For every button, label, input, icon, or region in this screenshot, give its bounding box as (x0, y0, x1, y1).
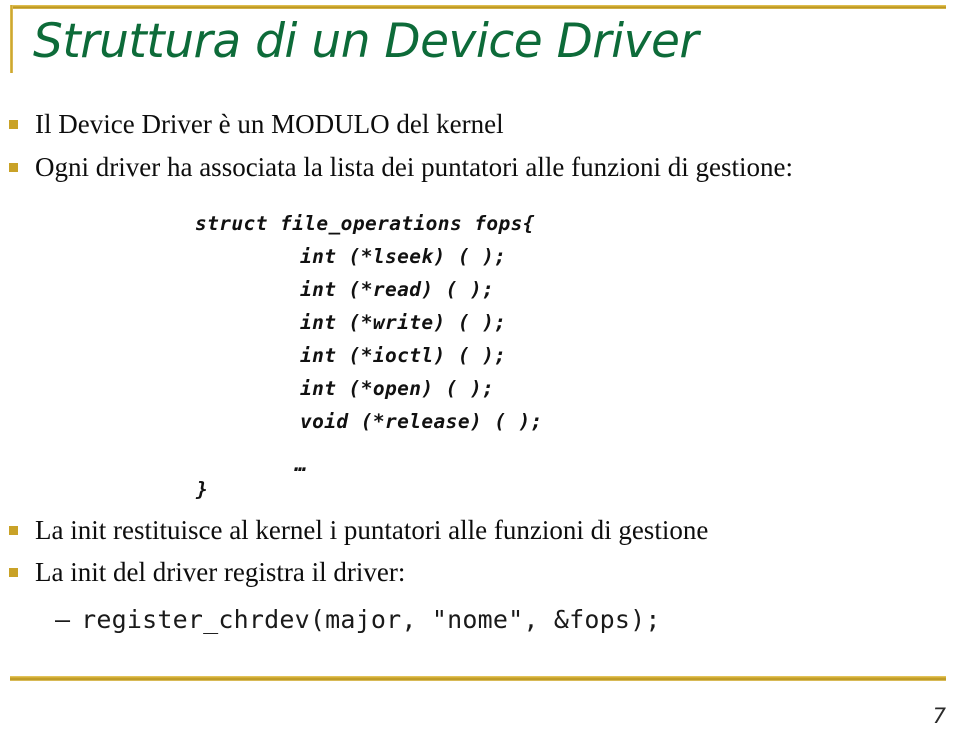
page-title: Struttura di un Device Driver (33, 14, 699, 69)
list-item-label: Il Device Driver è un MODULO del kernel (35, 109, 504, 139)
code-line: int (*open) ( ); (300, 377, 495, 400)
left-gold-rule (10, 5, 13, 73)
square-bullet-icon (9, 120, 18, 129)
code-line-closing-brace: } (196, 478, 209, 501)
code-line: void (*release) ( ); (300, 410, 543, 433)
sub-list-item-code: register_chrdev(major, "nome", &fops); (81, 605, 661, 634)
code-line: int (*lseek) ( ); (300, 245, 507, 268)
square-bullet-icon (9, 526, 18, 535)
presentation-slide: Struttura di un Device Driver Il Device … (0, 0, 960, 732)
code-line: struct file_operations fops{ (195, 212, 535, 235)
list-item-label: La init restituisce al kernel i puntator… (35, 515, 709, 545)
code-line-ellipsis: … (295, 452, 310, 476)
code-line: int (*read) ( ); (300, 278, 495, 301)
page-number: 7 (932, 704, 946, 728)
square-bullet-icon (9, 163, 18, 172)
code-line: int (*ioctl) ( ); (300, 344, 507, 367)
sub-list-item: – register_chrdev(major, "nome", &fops); (55, 604, 661, 636)
list-item-label: Ogni driver ha associata la lista dei pu… (35, 152, 794, 182)
bottom-gold-rule (10, 676, 946, 681)
top-gold-rule (10, 5, 946, 9)
list-item: Il Device Driver è un MODULO del kernel (9, 108, 504, 141)
list-item: La init del driver registra il driver: (9, 556, 405, 589)
list-item-label: La init del driver registra il driver: (35, 557, 406, 587)
list-item: La init restituisce al kernel i puntator… (9, 514, 708, 547)
square-bullet-icon (9, 568, 18, 577)
code-line: int (*write) ( ); (300, 311, 507, 334)
dash-bullet-icon: – (55, 605, 71, 634)
list-item: Ogni driver ha associata la lista dei pu… (9, 151, 793, 184)
